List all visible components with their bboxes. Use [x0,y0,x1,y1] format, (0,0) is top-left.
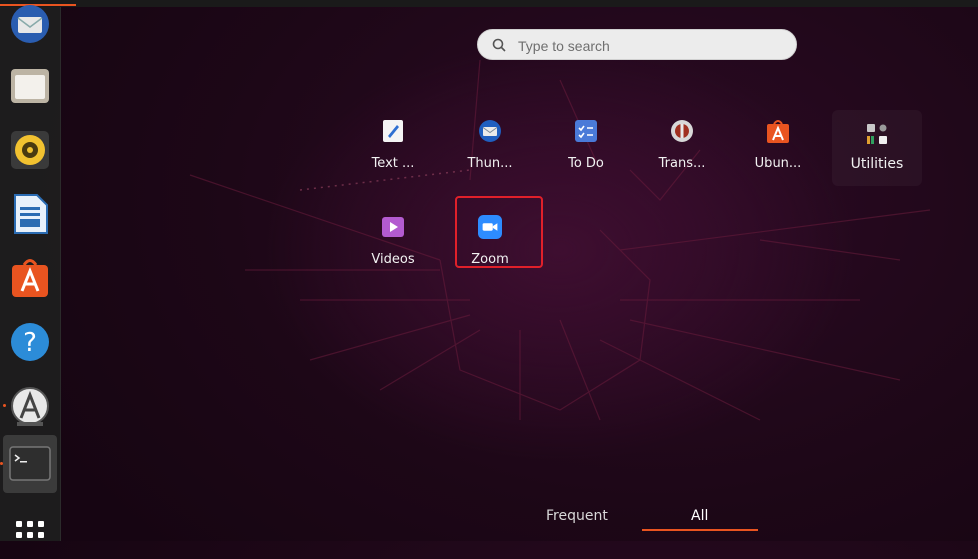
utilities-folder-icon [867,124,887,144]
search-icon [492,38,506,52]
thunderbird-icon [11,5,49,43]
svg-text:?: ? [23,328,37,358]
videos-icon [382,217,404,237]
rhythmbox-icon [11,131,49,169]
folder-label: Utilities [850,156,904,172]
show-applications-icon [16,521,44,538]
app-label: Thun... [467,156,513,171]
app-label: Videos [371,252,415,267]
app-label: Trans... [658,156,706,171]
app-label: To Do [568,156,604,171]
app-transmission[interactable]: Trans... [637,119,727,171]
top-bar [0,0,978,7]
dock-rhythmbox[interactable] [3,121,57,179]
running-indicator [3,404,6,407]
dock-libreoffice-writer[interactable] [3,185,57,243]
app-label: Text ... [371,156,415,171]
app-ubuntu-software[interactable]: Ubun... [733,119,823,171]
running-indicator [0,462,3,465]
zoom-highlight-box [455,196,543,268]
dock: ? [0,5,61,541]
tab-frequent[interactable]: Frequent [546,508,608,524]
tab-all-underline [642,529,758,531]
todo-icon [575,120,597,142]
libreoffice-writer-icon [14,194,48,234]
help-icon: ? [11,323,49,361]
search-input[interactable] [516,34,790,58]
thunderbird-icon [479,120,501,142]
show-applications-button[interactable] [3,501,57,559]
dock-thunderbird[interactable] [3,0,57,53]
transmission-icon [671,120,693,142]
app-videos[interactable]: Videos [348,215,438,267]
ubuntu-software-icon [12,259,48,297]
app-thunderbird[interactable]: Thun... [445,119,535,171]
text-editor-icon [383,120,403,142]
dock-help[interactable]: ? [3,313,57,371]
dock-software-updater[interactable] [3,377,57,435]
app-todo[interactable]: To Do [541,119,631,171]
dock-files[interactable] [3,57,57,115]
dock-terminal[interactable] [0,435,57,493]
dock-ubuntu-software[interactable] [3,249,57,307]
ubuntu-software-icon [767,120,789,143]
search-box[interactable] [477,29,797,60]
wallpaper-art [189,59,931,421]
app-label: Ubun... [754,156,802,171]
software-updater-icon [11,387,49,426]
folder-utilities[interactable]: Utilities [832,110,922,186]
terminal-icon [9,446,51,481]
app-text-editor[interactable]: Text ... [348,119,438,171]
files-icon [11,69,49,103]
tab-all[interactable]: All [691,508,708,524]
